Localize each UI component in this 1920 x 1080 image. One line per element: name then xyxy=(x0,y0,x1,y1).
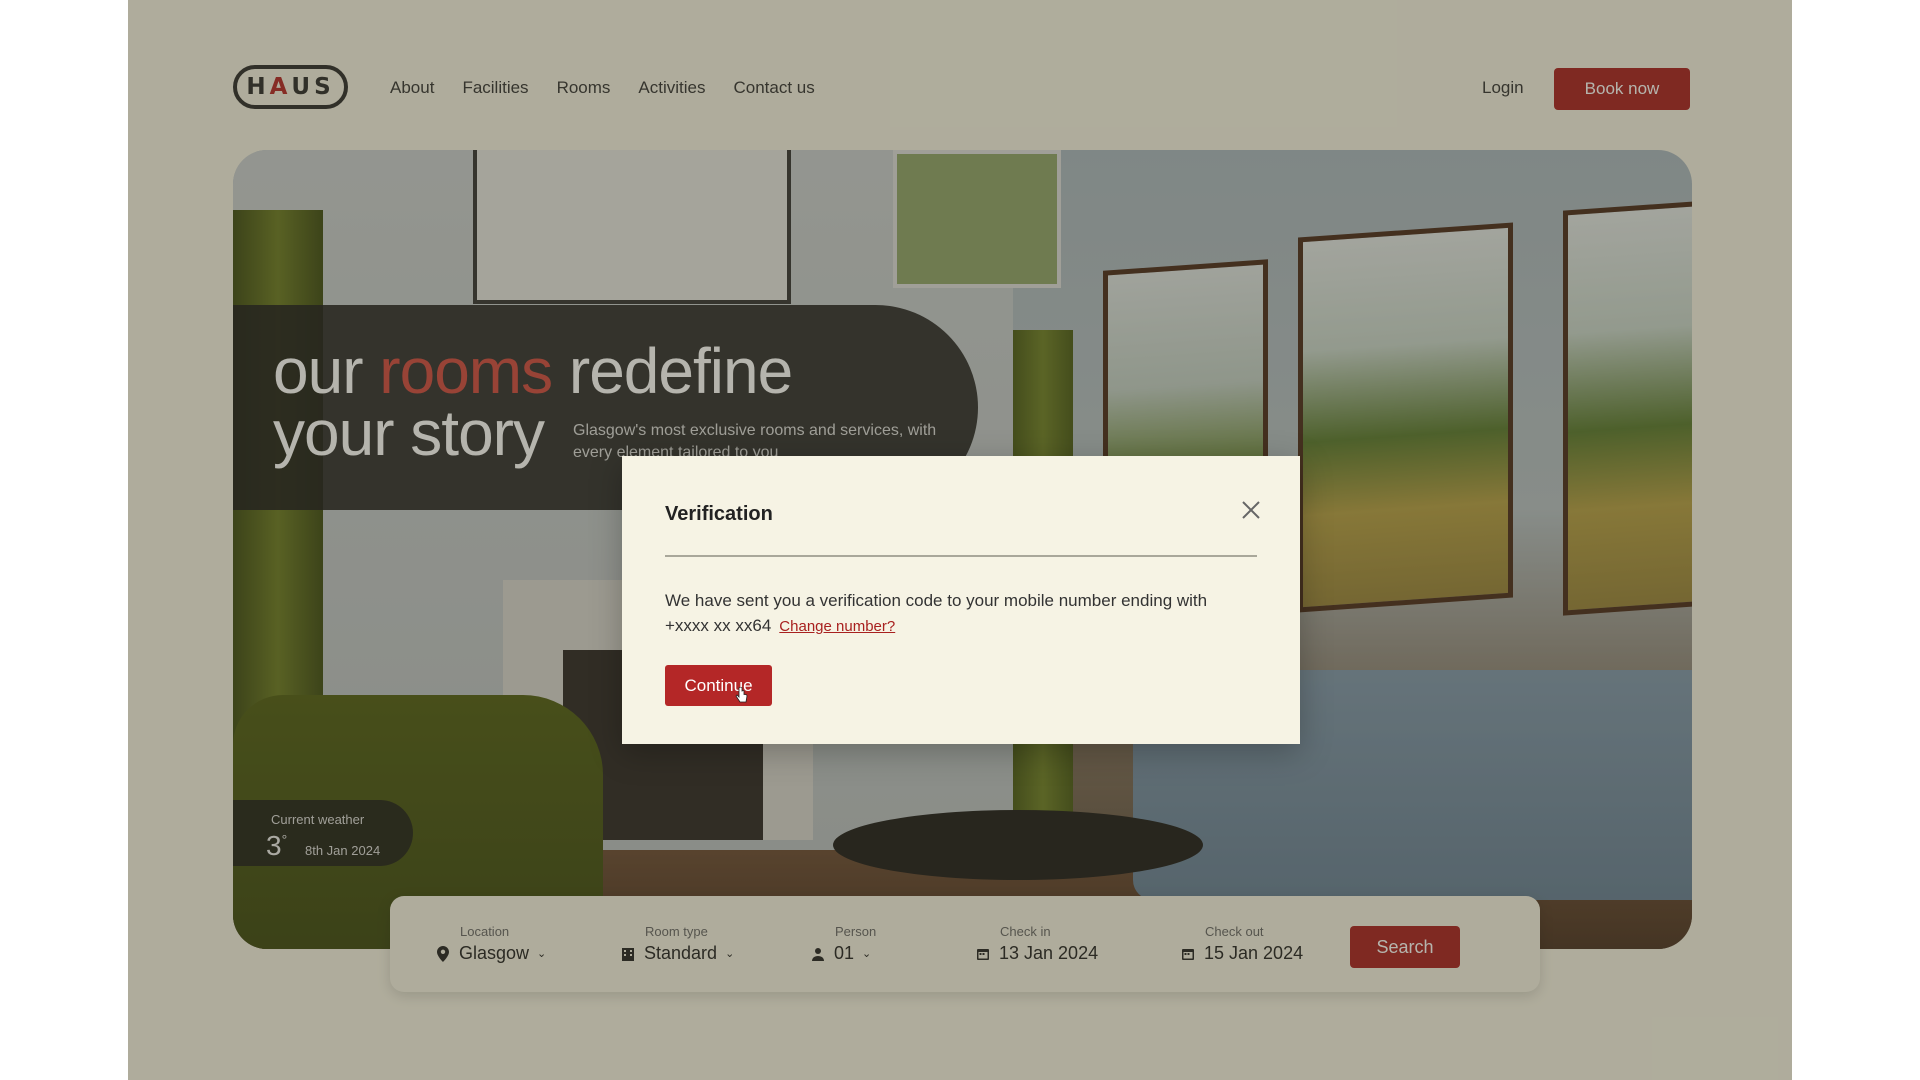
mouse-cursor-icon xyxy=(735,687,748,703)
continue-button[interactable]: Continue xyxy=(665,665,772,706)
modal-title: Verification xyxy=(665,503,773,525)
page-frame: H A US About Facilities Rooms Activities C… xyxy=(128,0,1792,1080)
modal-divider xyxy=(665,555,1257,557)
change-number-link[interactable]: Change number? xyxy=(779,618,895,635)
close-icon[interactable] xyxy=(1237,496,1265,524)
verification-modal: Verification We have sent you a verifica… xyxy=(622,456,1300,744)
modal-message: We have sent you a verification code to … xyxy=(665,588,1225,639)
modal-message-text: We have sent you a verification code to … xyxy=(665,591,1208,635)
